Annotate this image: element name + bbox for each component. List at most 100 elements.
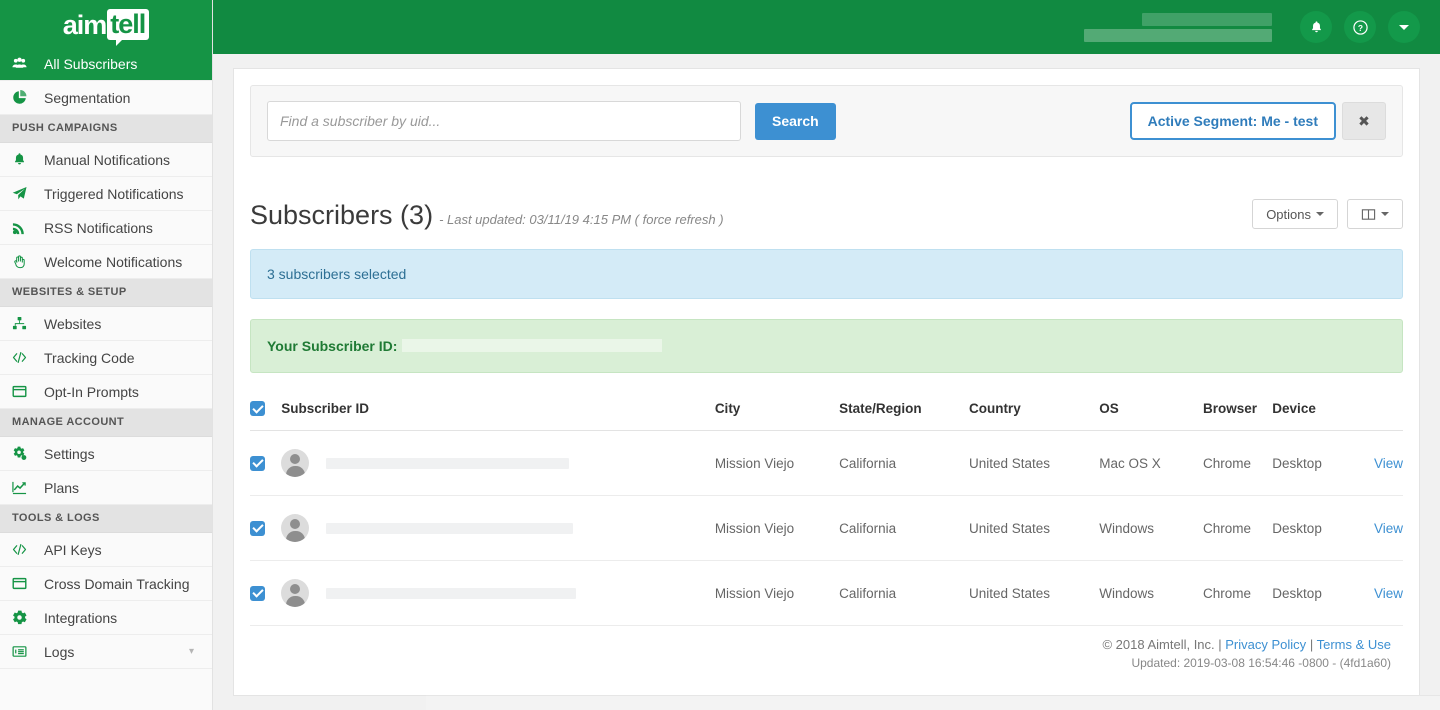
- subscriber-id-redacted: [326, 588, 576, 599]
- code-icon: [12, 350, 38, 365]
- select-all-cell: [250, 401, 281, 431]
- sidebar-item-cross-domain-tracking[interactable]: Cross Domain Tracking: [0, 567, 212, 601]
- sidebar-item-label: Cross Domain Tracking: [38, 576, 190, 592]
- app-root: aimtell All SubscribersSegmentationPUSH …: [0, 0, 1440, 710]
- paper-plane-icon: [12, 186, 38, 201]
- subscriber-id-redacted: [326, 523, 573, 534]
- th-os[interactable]: OS: [1099, 401, 1203, 431]
- sidebar-item-welcome-notifications[interactable]: Welcome Notifications: [0, 245, 212, 279]
- cell-actions: View: [1374, 561, 1403, 626]
- th-actions: [1374, 401, 1403, 431]
- search-input[interactable]: [267, 101, 741, 141]
- cell-os: Mac OS X: [1099, 431, 1203, 496]
- table-header-row: Subscriber ID City State/Region Country …: [250, 401, 1403, 431]
- chevron-down-icon[interactable]: ▾: [189, 646, 194, 657]
- sidebar-item-label: Tracking Code: [38, 350, 135, 366]
- row-checkbox[interactable]: [250, 586, 265, 601]
- table-head: Subscriber ID City State/Region Country …: [250, 401, 1403, 431]
- th-browser[interactable]: Browser: [1203, 401, 1272, 431]
- logo[interactable]: aimtell: [0, 0, 212, 47]
- sidebar-item-api-keys[interactable]: API Keys: [0, 533, 212, 567]
- table-row[interactable]: Mission ViejoCaliforniaUnited StatesWind…: [250, 561, 1403, 626]
- sidebar-item-all-subscribers[interactable]: All Subscribers: [0, 47, 212, 81]
- footer-updated: Updated: 2019-03-08 16:54:46 -0800 - (4f…: [1102, 654, 1391, 673]
- row-checkbox[interactable]: [250, 521, 265, 536]
- cell-device: Desktop: [1272, 561, 1374, 626]
- sidebar-item-segmentation[interactable]: Segmentation: [0, 81, 212, 115]
- th-country[interactable]: Country: [969, 401, 1099, 431]
- clear-segment-button[interactable]: ✖: [1342, 102, 1386, 140]
- code-icon: [12, 542, 38, 557]
- active-segment-button[interactable]: Active Segment: Me - test: [1130, 102, 1336, 140]
- subscriber-id-alert: Your Subscriber ID:: [250, 319, 1403, 373]
- chevron-down-icon: [1381, 212, 1389, 216]
- privacy-policy-link[interactable]: Privacy Policy: [1225, 637, 1306, 652]
- cell-subscriber-id: [281, 561, 715, 626]
- cell-browser: Chrome: [1203, 561, 1272, 626]
- sidebar-item-settings[interactable]: Settings: [0, 437, 212, 471]
- sidebar-item-manual-notifications[interactable]: Manual Notifications: [0, 143, 212, 177]
- content-card: Search Active Segment: Me - test ✖ Subsc…: [233, 68, 1420, 696]
- sidebar-item-tracking-code[interactable]: Tracking Code: [0, 341, 212, 375]
- view-link[interactable]: View: [1374, 586, 1403, 601]
- table-row[interactable]: Mission ViejoCaliforniaUnited StatesMac …: [250, 431, 1403, 496]
- bell-icon[interactable]: [1300, 11, 1332, 43]
- th-state-region[interactable]: State/Region: [839, 401, 969, 431]
- subscriber-id-label: Your Subscriber ID:: [267, 338, 397, 354]
- footer: © 2018 Aimtell, Inc. | Privacy Policy | …: [1102, 635, 1391, 673]
- sidebar-item-logs[interactable]: Logs▾: [0, 635, 212, 669]
- row-select-cell: [250, 561, 281, 626]
- sidebar-item-plans[interactable]: Plans: [0, 471, 212, 505]
- main-area: ? Search Active Segment: Me - test ✖: [213, 0, 1440, 710]
- help-icon[interactable]: ?: [1344, 11, 1376, 43]
- sidebar-item-integrations[interactable]: Integrations: [0, 601, 212, 635]
- title-actions: Options: [1252, 199, 1403, 229]
- table-body: Mission ViejoCaliforniaUnited StatesMac …: [250, 431, 1403, 626]
- cell-actions: View: [1374, 496, 1403, 561]
- options-button[interactable]: Options: [1252, 199, 1338, 229]
- sidebar-item-label: Welcome Notifications: [38, 254, 182, 270]
- sidebar-group-heading: TOOLS & LOGS: [0, 505, 212, 533]
- sidebar-item-label: Manual Notifications: [38, 152, 170, 168]
- sidebar-item-label: API Keys: [38, 542, 102, 558]
- line-chart-icon: [12, 480, 38, 495]
- segment-controls: Active Segment: Me - test ✖: [1130, 102, 1386, 140]
- search-button[interactable]: Search: [755, 103, 836, 140]
- sidebar-item-label: All Subscribers: [38, 56, 137, 72]
- svg-text:?: ?: [1357, 22, 1362, 32]
- sidebar-item-label: Opt-In Prompts: [38, 384, 139, 400]
- cell-city: Mission Viejo: [715, 496, 839, 561]
- page-title: Subscribers (3): [250, 202, 433, 229]
- cell-os: Windows: [1099, 561, 1203, 626]
- terms-link[interactable]: Terms & Use: [1317, 637, 1391, 652]
- logo-aim-text: aim: [63, 12, 107, 39]
- columns-button[interactable]: [1347, 199, 1403, 229]
- sidebar-item-rss-notifications[interactable]: RSS Notifications: [0, 211, 212, 245]
- sidebar-item-opt-in-prompts[interactable]: Opt-In Prompts: [0, 375, 212, 409]
- chevron-down-icon: [1316, 212, 1324, 216]
- cell-country: United States: [969, 561, 1099, 626]
- sitemap-icon: [12, 316, 38, 331]
- row-checkbox[interactable]: [250, 456, 265, 471]
- table-row[interactable]: Mission ViejoCaliforniaUnited StatesWind…: [250, 496, 1403, 561]
- th-subscriber-id[interactable]: Subscriber ID: [281, 401, 715, 431]
- sidebar-item-websites[interactable]: Websites: [0, 307, 212, 341]
- horizontal-scrollbar[interactable]: [426, 695, 1440, 710]
- select-all-checkbox[interactable]: [250, 401, 265, 416]
- view-link[interactable]: View: [1374, 456, 1403, 471]
- subscriber-id-redacted: [326, 458, 569, 469]
- row-select-cell: [250, 496, 281, 561]
- sidebar-item-triggered-notifications[interactable]: Triggered Notifications: [0, 177, 212, 211]
- view-link[interactable]: View: [1374, 521, 1403, 536]
- sidebar-item-label: Segmentation: [38, 90, 130, 106]
- page-subtitle[interactable]: - Last updated: 03/11/19 4:15 PM ( force…: [439, 212, 723, 227]
- row-select-cell: [250, 431, 281, 496]
- sidebar-item-label: Websites: [38, 316, 101, 332]
- cell-country: United States: [969, 496, 1099, 561]
- avatar: [281, 579, 309, 607]
- account-info-redacted: [1084, 13, 1272, 42]
- th-city[interactable]: City: [715, 401, 839, 431]
- th-device[interactable]: Device: [1272, 401, 1374, 431]
- top-bar: ?: [213, 0, 1440, 54]
- account-menu-chevron-down-icon[interactable]: [1388, 11, 1420, 43]
